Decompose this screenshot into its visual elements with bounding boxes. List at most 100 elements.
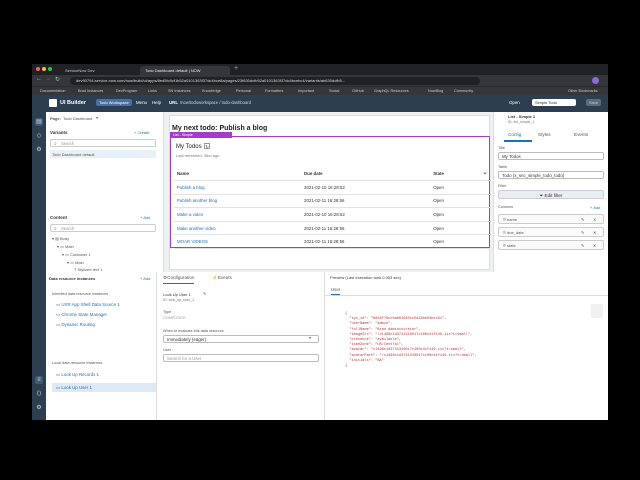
todo-name[interactable]: Publish a blog [174, 180, 302, 195]
tree-item-body[interactable]: ▾ ▤ Body [52, 236, 69, 241]
bookmark-item[interactable]: Personal [236, 89, 251, 93]
tab-user[interactable]: User [331, 287, 341, 295]
close-icon[interactable]: ✕ [593, 243, 596, 248]
workspace-button[interactable]: Todo Workspace [96, 99, 132, 106]
user-search-input[interactable]: Search for a User [163, 354, 319, 362]
todo-name[interactable]: MOAR VIDEOS [174, 234, 302, 250]
bookmark-item[interactable]: GraphQL Resources [374, 89, 409, 93]
content-search-input[interactable]: ⌕ Search [50, 224, 156, 232]
column-header-name[interactable]: Name [174, 167, 302, 182]
bookmark-item[interactable]: NowBlog [428, 89, 443, 93]
refresh-icon[interactable]: ↻ [204, 143, 210, 149]
bookmark-item[interactable]: GitHub [352, 89, 364, 93]
new-tab-icon[interactable]: + [234, 65, 238, 72]
variant-select[interactable]: Simple Todo [532, 99, 576, 106]
other-bookmarks[interactable]: Other Bookmarks [568, 89, 598, 93]
bookmark-item[interactable]: Links [148, 89, 157, 93]
chevron-down-icon[interactable]: ▾ [96, 115, 98, 120]
close-icon[interactable]: ✕ [593, 217, 596, 222]
create-variant-button[interactable]: + Create [134, 130, 149, 135]
column-item[interactable]: ⠿ due_date ✎ ✕ [498, 227, 604, 237]
todo-due: 2021-02-10 16:28:52 [301, 180, 431, 195]
chevron-down-icon[interactable]: ▾ [309, 335, 311, 340]
back-icon[interactable]: ← [36, 76, 42, 82]
add-content-button[interactable]: + Add [140, 215, 150, 220]
bookmark-item[interactable]: Formatters [265, 89, 283, 93]
ui-builder-logo-icon [49, 99, 57, 107]
bookmark-item[interactable]: Social [329, 89, 339, 93]
menu-button[interactable]: Menu [136, 100, 147, 105]
variants-heading: Variants [50, 130, 68, 135]
bookmark-item[interactable]: Brad Instances [78, 89, 103, 93]
data-resource-item[interactable]: ▭ Look Up Records 1 [56, 372, 99, 378]
bookmark-item[interactable]: DevProgram [116, 89, 137, 93]
column-item[interactable]: ⠿ name ✎ ✕ [498, 214, 604, 224]
stylized-text-heading[interactable]: My next todo: Publish a blog [172, 125, 267, 132]
browser-window: ServiceNow Dev Todo Dashboard default | … [32, 64, 608, 420]
edit-filter-button[interactable]: ⏷ Edit filter [498, 190, 604, 199]
bookmarks-bar: Documentation Brad Instances DevProgram … [32, 86, 608, 95]
bookmark-item[interactable]: Important [298, 89, 314, 93]
bookmark-item[interactable]: Documentation [40, 89, 66, 93]
add-column-button[interactable]: + Add [590, 205, 600, 210]
variants-search-input[interactable]: ⌕ Search [50, 139, 156, 147]
save-button[interactable]: Save [586, 99, 602, 106]
table-row[interactable]: Publish a blog 2021-02-10 16:28:52 Open [174, 180, 490, 195]
window-controls[interactable] [36, 67, 54, 72]
script-icon[interactable]: ⟨⟩ [35, 390, 43, 398]
profile-avatar[interactable] [592, 77, 599, 84]
components-icon[interactable]: ◇ [35, 132, 43, 140]
bookmark-item[interactable]: Community [454, 89, 473, 93]
tab-events[interactable]: Events [574, 132, 588, 137]
tab-config[interactable]: Config [508, 132, 521, 137]
data-resource-item[interactable]: ▭ UXR App Shell Data Source 1 [56, 302, 120, 308]
edit-icon[interactable]: ✎ [581, 230, 584, 235]
bookmark-item[interactable]: SN Instances [168, 89, 191, 93]
page-icon[interactable]: ▤ [35, 118, 43, 126]
column-header-due-date[interactable]: Due date [301, 167, 431, 182]
todo-name[interactable]: Make a video [174, 207, 302, 222]
reload-icon[interactable]: ↻ [55, 76, 60, 83]
tab-styles[interactable]: Styles [538, 132, 551, 137]
forward-icon[interactable]: → [45, 76, 51, 82]
table-row[interactable]: Make a video 2021-02-10 16:28:52 Open [174, 207, 490, 222]
address-input[interactable]: dev90794.service-now.com/now/build/ui/ap… [70, 76, 480, 85]
data-icon[interactable]: ⚙ [35, 146, 43, 154]
tree-item-main[interactable]: ▾ ▭ Main [57, 244, 74, 249]
todo-due: 2021-02-11 16:28:56 [301, 221, 431, 236]
bookmark-item[interactable]: Knowledge [202, 89, 221, 93]
settings-icon[interactable]: ⚙ [35, 404, 43, 412]
database-icon[interactable]: ≡ [35, 376, 43, 384]
tab-events[interactable]: ⚡Events [212, 275, 232, 281]
tree-item-main-nested[interactable]: ▾ ▭ Main [67, 260, 84, 265]
table-row[interactable]: MOAR VIDEOS 2021-02-11 16:28:56 Open [174, 234, 490, 250]
edit-icon[interactable]: ✎ [581, 217, 584, 222]
data-resource-item[interactable]: ▭ Chrome State Manager [56, 312, 107, 318]
title-input[interactable]: My Todos [498, 152, 604, 160]
when-select[interactable]: Immediately (eager) [163, 335, 319, 343]
browser-tab-2[interactable]: Todo Dashboard default | NOW [140, 66, 230, 75]
tree-item-container[interactable]: ▾ ▭ Container 1 [62, 252, 91, 257]
todo-name[interactable]: Publish another blog [174, 194, 302, 209]
address-bar-row: ← → ↻ dev90794.service-now.com/now/build… [32, 75, 608, 86]
edit-icon[interactable]: ✎ [203, 291, 206, 296]
table-row[interactable]: Publish another blog 2021-02-11 16:28:56 O… [174, 194, 490, 209]
help-button[interactable]: Help [152, 100, 161, 105]
edit-icon[interactable]: ✎ [581, 243, 584, 248]
data-resource-item[interactable]: ▭ Dynamic Routing [56, 322, 95, 328]
browser-tab-1[interactable]: ServiceNow Dev [60, 66, 138, 75]
column-item[interactable]: ⠿ state ✎ ✕ [498, 240, 604, 250]
data-resource-item-selected[interactable]: ▭ Look Up User 1 [52, 383, 156, 392]
column-header-state[interactable]: State ⏷ [430, 167, 490, 182]
todo-name[interactable]: Make another video [174, 221, 302, 236]
filter-icon[interactable]: ⏷ [483, 171, 487, 176]
add-data-resource-button[interactable]: + Add [140, 276, 150, 281]
variant-item[interactable]: Todo Dashboard default [50, 150, 156, 158]
open-button[interactable]: Open [509, 100, 520, 105]
tab-configuration[interactable]: ⚙Configuration [163, 275, 195, 284]
close-icon[interactable]: ✕ [593, 230, 596, 235]
data-resources-panel: Data resource instances + Add Inherited … [46, 272, 157, 420]
page-select[interactable]: Todo Dashboard [63, 116, 92, 121]
table-row[interactable]: Make another video 2021-02-11 16:28:56 Ope… [174, 221, 490, 236]
table-input[interactable]: Todo (x_snc_simple_todo_todo) [498, 171, 604, 179]
